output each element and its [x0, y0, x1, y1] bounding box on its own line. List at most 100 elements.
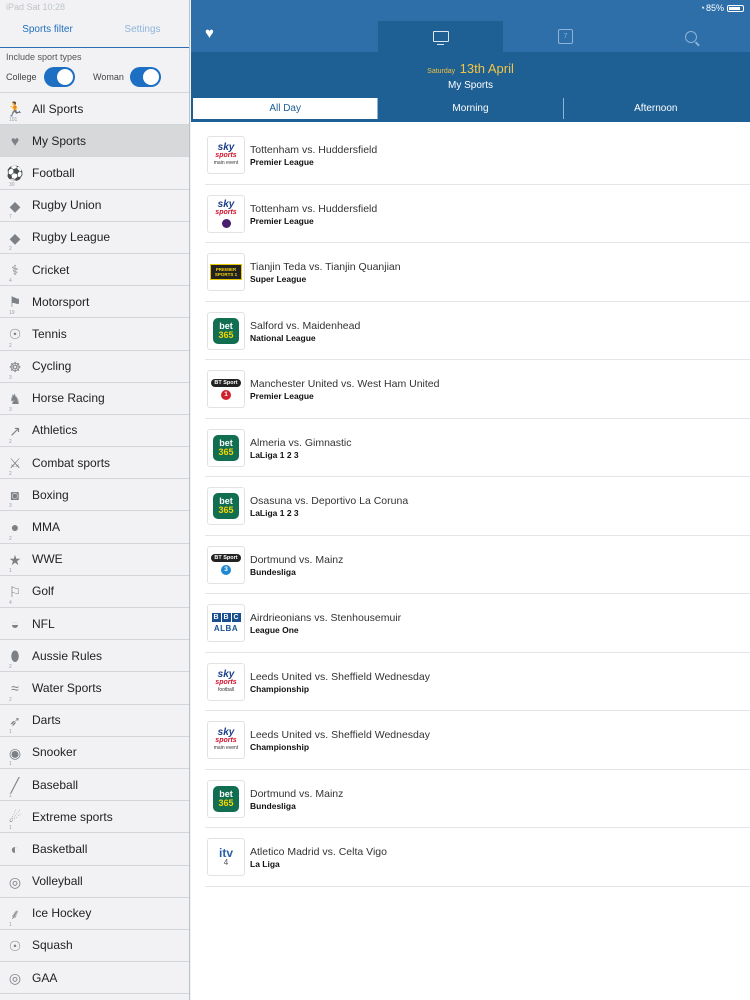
sport-item[interactable]: ☸ Cycling 3 [0, 351, 189, 383]
sport-item[interactable]: ☄ Extreme sports 1 [0, 801, 189, 834]
sport-item[interactable]: 🏃 All Sports 101 [0, 93, 189, 126]
match-row[interactable]: bet 365 Almeria vs. Gimnastic LaLiga 1 2 3 [205, 419, 750, 477]
sport-item[interactable]: ◉ Snooker 1 [0, 737, 189, 769]
bet365-logo: bet 365 [213, 317, 239, 344]
match-teams: Almeria vs. Gimnastic [250, 436, 352, 449]
toggle-knob [57, 69, 73, 85]
sport-item[interactable]: ◆ Rugby Union 7 [0, 190, 189, 222]
sport-item[interactable]: ☉ Tennis 2 [0, 318, 189, 351]
sport-item[interactable]: ≈ Water Sports 2 [0, 672, 189, 705]
sport-item[interactable]: ♥ My Sports [0, 125, 189, 158]
sport-item[interactable]: ⸙ Ice Hockey 1 [0, 898, 189, 930]
time-segment-control: All Day Morning Afternoon [191, 96, 750, 122]
sport-item-count: 1 [9, 728, 12, 735]
channel-logo-text: PREMIER SPORTS 1 [214, 267, 238, 277]
match-row[interactable]: itv 4 Atletico Madrid vs. Celta Vigo La Lig… [205, 828, 750, 887]
channel-logo-text: B [211, 613, 221, 622]
match-row[interactable]: B B C ALBA Airdrieonians vs. Stenhousemuir Le… [205, 594, 750, 653]
sport-item[interactable]: ● MMA 2 [0, 511, 189, 544]
sport-item[interactable]: ⚐ Golf 4 [0, 576, 189, 608]
sport-item[interactable]: ♞ Horse Racing 3 [0, 383, 189, 415]
sport-item[interactable]: ⚑ Motorsport 19 [0, 286, 189, 319]
sport-item[interactable]: ➶ Darts 1 [0, 705, 189, 737]
tab-calendar[interactable]: 7 [503, 21, 628, 52]
sport-item-label: Rugby Union [32, 198, 102, 213]
squash-racket-icon: ☉ [8, 937, 22, 954]
sport-item[interactable]: ↗ Athletics 2 [0, 415, 189, 448]
sport-item[interactable]: ★ WWE 1 [0, 544, 189, 576]
sport-item-label: Basketball [32, 841, 88, 856]
match-row[interactable]: BT Sport 3 Dortmund vs. Mainz Bundesliga [205, 536, 750, 594]
sport-item-label: Athletics [32, 423, 78, 438]
bet365-logo: bet 365 [213, 434, 239, 461]
match-competition: Premier League [250, 391, 314, 401]
sport-item-label: WWE [32, 552, 63, 567]
hockey-stick-icon: ⸙ [9, 905, 21, 922]
match-competition: Championship [250, 683, 310, 694]
match-row[interactable]: sky sports main event Tottenham vs. Hudders… [205, 126, 750, 185]
running-person-icon: 🏃 [6, 101, 24, 117]
tab-tv[interactable] [378, 21, 503, 52]
premier-league-lion-icon [221, 218, 231, 228]
channel-logo: bet 365 [207, 779, 245, 818]
premier-sports-logo: PREMIER SPORTS 1 [210, 264, 242, 280]
channel-logo-text: C [231, 613, 241, 622]
sport-item-label: Motorsport [32, 294, 90, 309]
match-competition: La Liga [250, 859, 280, 869]
tab-settings[interactable]: Settings [95, 14, 189, 47]
sport-item[interactable]: ⚔ Combat sports 2 [0, 447, 189, 480]
match-row[interactable]: bet 365 Dortmund vs. Mainz Bundesliga [205, 770, 750, 828]
channel-logo-text: 365 [218, 329, 234, 340]
segment-afternoon[interactable]: Afternoon [562, 98, 748, 119]
channel-logo-text: 3 [221, 565, 231, 575]
match-row[interactable]: BT Sport 1 Manchester United vs. West Ham … [205, 360, 750, 419]
match-row[interactable]: bet 365 Osasuna vs. Deportivo La Coruna LaL… [205, 477, 750, 536]
segment-morning[interactable]: Morning [377, 98, 562, 119]
sport-item[interactable]: ☉ Squash [0, 930, 189, 963]
sport-item[interactable]: ◎ GAA [0, 962, 189, 995]
match-competition: Premier League [250, 157, 314, 167]
sport-item[interactable]: ◐ Basketball [0, 833, 189, 866]
sport-item[interactable]: ╱ Baseball 1 [0, 769, 189, 802]
match-row[interactable]: sky sports Tottenham vs. Huddersfield Premi… [205, 185, 750, 243]
sport-item[interactable]: ◙ Boxing 3 [0, 479, 189, 512]
bet365-logo: bet 365 [213, 785, 239, 812]
match-teams: Tottenham vs. Huddersfield [250, 202, 378, 215]
tab-search[interactable] [628, 21, 750, 52]
sport-item[interactable]: ◆ Rugby League 2 [0, 222, 189, 254]
segment-all-day[interactable]: All Day [193, 98, 378, 119]
star-icon: ★ [8, 551, 22, 568]
channel-logo-text: sky [217, 198, 235, 210]
woman-toggle[interactable] [130, 67, 161, 87]
sport-item-count: 4 [9, 278, 12, 285]
sport-item-label: Golf [32, 584, 55, 599]
sport-item-label: Boxing [32, 487, 69, 502]
match-teams: Manchester United vs. West Ham United [250, 378, 440, 390]
match-teams: Atletico Madrid vs. Celta Vigo [250, 846, 387, 858]
match-row[interactable]: PREMIER SPORTS 1 Tianjin Teda vs. Tianjin… [205, 243, 750, 302]
college-toggle[interactable] [44, 67, 75, 87]
sport-item[interactable]: ◎ Volleyball [0, 866, 189, 898]
match-row[interactable]: sky sports football Leeds United vs. Sheffi… [205, 653, 750, 711]
sport-item-count: 1 [9, 793, 12, 800]
match-competition: LaLiga 1 2 3 [250, 508, 299, 518]
match-row[interactable]: sky sports main event Leeds United vs. Shef… [205, 711, 750, 770]
channel-logo: BT Sport 3 [207, 545, 245, 584]
favorites-heart-icon[interactable]: ♥ [205, 25, 214, 42]
tab-sports-filter[interactable]: Sports filter [0, 14, 95, 47]
dart-icon: ➶ [9, 712, 21, 729]
channel-logo: sky sports main event [207, 136, 245, 174]
match-competition: Bundesliga [250, 566, 296, 577]
sport-item[interactable]: ⚽ Football 30 [0, 157, 189, 190]
match-row[interactable]: bet 365 Salford vs. Maidenhead National Lea… [205, 302, 750, 360]
sport-item[interactable]: ⬮ Aussie Rules 2 [0, 640, 189, 673]
channel-logo-text: main event [213, 160, 239, 166]
sport-item-count: 4 [9, 600, 12, 606]
channel-logo: BT Sport 1 [207, 370, 245, 408]
sport-item[interactable]: ⚕ Cricket 4 [0, 254, 189, 287]
match-competition: National League [250, 332, 316, 343]
sport-item-label: Volleyball [32, 874, 83, 889]
sport-item[interactable]: ◒ NFL [0, 608, 189, 641]
gaa-ball-icon: ◎ [8, 970, 22, 987]
martial-arts-icon: ⚔ [8, 455, 22, 472]
